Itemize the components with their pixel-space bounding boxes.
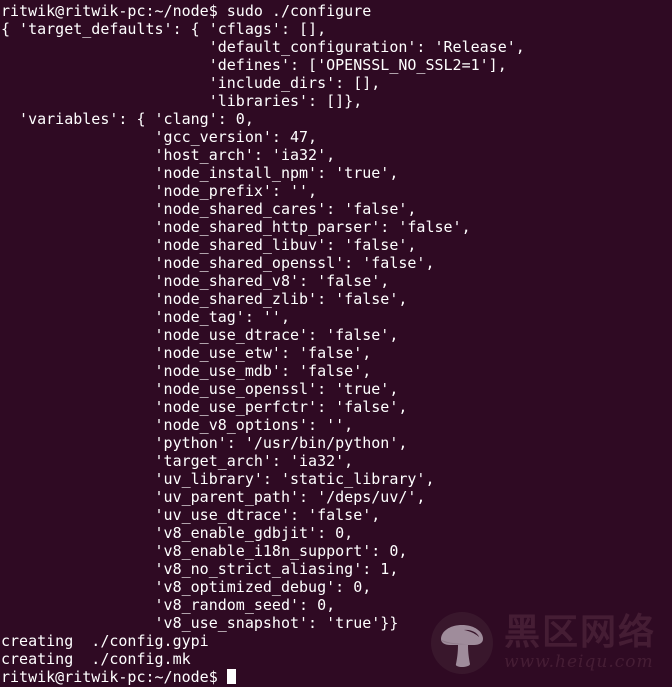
- terminal-line: 'node_shared_zlib': 'false',: [1, 290, 408, 308]
- terminal-line: 'default_configuration': 'Release',: [1, 38, 525, 56]
- terminal-line: ritwik@ritwik-pc:~/node$ sudo ./configur…: [1, 2, 372, 20]
- terminal-line: 'target_arch': 'ia32',: [1, 452, 354, 470]
- terminal-line: 'uv_use_dtrace': 'false',: [1, 506, 381, 524]
- terminal-line: 'node_use_perfctr': 'false',: [1, 398, 408, 416]
- terminal-line: 'include_dirs': [],: [1, 74, 381, 92]
- terminal-line: 'v8_use_snapshot': 'true'}}: [1, 614, 399, 632]
- shell-prompt: ritwik@ritwik-pc:~/node$: [1, 668, 227, 686]
- terminal-line: 'host_arch': 'ia32',: [1, 146, 336, 164]
- terminal-line: 'node_shared_cares': 'false',: [1, 200, 417, 218]
- terminal-line: 'node_shared_http_parser': 'false',: [1, 218, 471, 236]
- terminal-line: 'libraries': []},: [1, 92, 363, 110]
- terminal-line: 'uv_library': 'static_library',: [1, 470, 435, 488]
- terminal-line: 'defines': ['OPENSSL_NO_SSL2=1'],: [1, 56, 507, 74]
- terminal-line: 'node_shared_libuv': 'false',: [1, 236, 417, 254]
- terminal-window[interactable]: ritwik@ritwik-pc:~/node$ sudo ./configur…: [0, 0, 672, 687]
- terminal-line: 'node_install_npm': 'true',: [1, 164, 399, 182]
- terminal-line: 'node_use_dtrace': 'false',: [1, 326, 399, 344]
- terminal-line: creating ./config.gypi: [1, 632, 209, 650]
- terminal-line: 'node_use_openssl': 'true',: [1, 380, 399, 398]
- terminal-line: 'variables': { 'clang': 0,: [1, 110, 254, 128]
- terminal-line: 'node_v8_options': '',: [1, 416, 354, 434]
- terminal-line: 'v8_no_strict_aliasing': 1,: [1, 560, 399, 578]
- terminal-line: 'v8_enable_i18n_support': 0,: [1, 542, 408, 560]
- terminal-line: 'python': '/usr/bin/python',: [1, 434, 408, 452]
- terminal-screen[interactable]: ritwik@ritwik-pc:~/node$ sudo ./configur…: [0, 0, 672, 686]
- terminal-line: 'node_shared_openssl': 'false',: [1, 254, 435, 272]
- terminal-line: 'v8_enable_gdbjit': 0,: [1, 524, 354, 542]
- terminal-line: 'uv_parent_path': '/deps/uv/',: [1, 488, 426, 506]
- terminal-line: creating ./config.mk: [1, 650, 191, 668]
- terminal-line: 'node_prefix': '',: [1, 182, 318, 200]
- terminal-line: 'v8_optimized_debug': 0,: [1, 578, 372, 596]
- terminal-line: 'node_shared_v8': 'false',: [1, 272, 390, 290]
- terminal-line: 'node_use_etw': 'false',: [1, 344, 372, 362]
- terminal-line: 'node_use_mdb': 'false',: [1, 362, 372, 380]
- terminal-line: 'v8_random_seed': 0,: [1, 596, 336, 614]
- terminal-line: 'node_tag': '',: [1, 308, 290, 326]
- terminal-line: 'gcc_version': 47,: [1, 128, 318, 146]
- terminal-prompt-line: ritwik@ritwik-pc:~/node$: [1, 668, 672, 686]
- text-cursor[interactable]: [226, 669, 236, 684]
- terminal-line: { 'target_defaults': { 'cflags': [],: [1, 20, 327, 38]
